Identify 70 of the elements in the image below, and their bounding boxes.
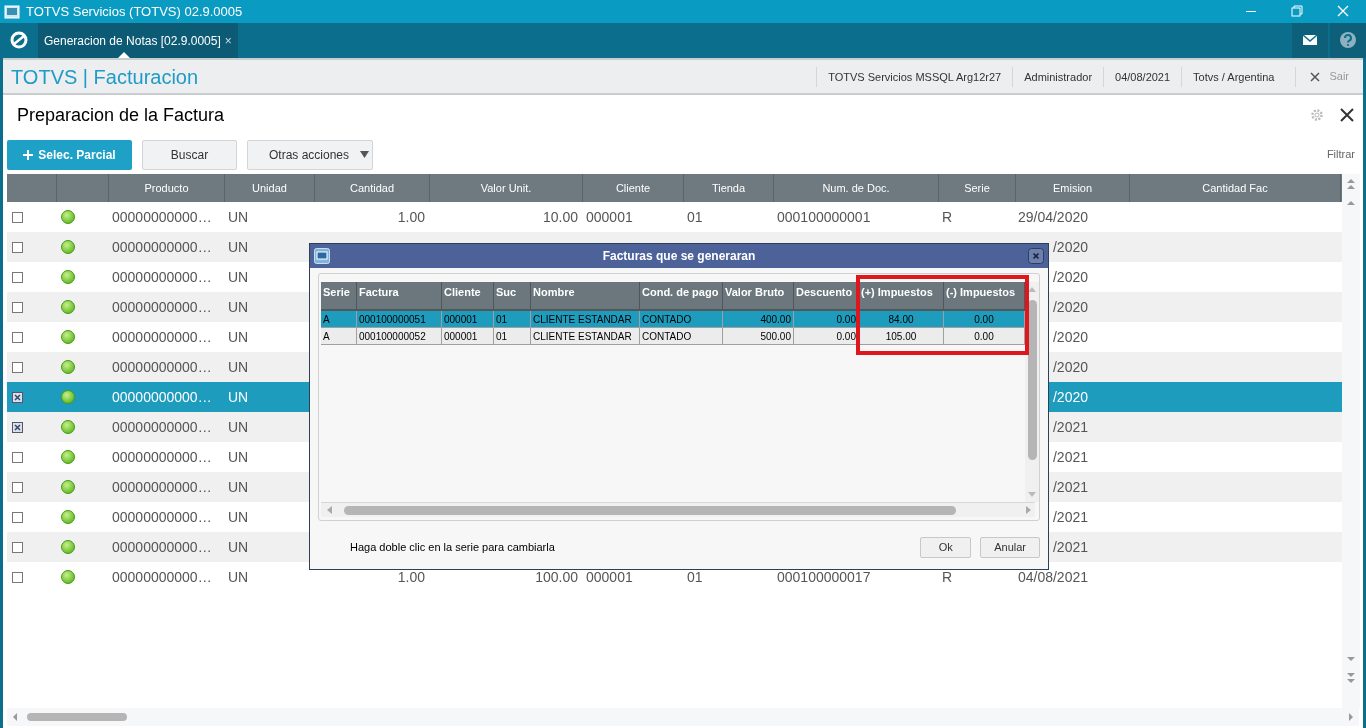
table-cell-text: UN xyxy=(228,417,249,437)
table-cell-text: A xyxy=(323,329,330,344)
table-cell-text: UN xyxy=(228,447,249,467)
table-cell-text: 000100000017 xyxy=(777,567,871,587)
table-cell-text: CLIENTE ESTANDAR xyxy=(533,329,632,344)
table-cell-text: /2020 xyxy=(1052,327,1088,347)
table-cell-text: /2020 xyxy=(1052,267,1088,287)
header-info: 04/08/2021 xyxy=(1103,66,1182,87)
table-cell-text: 105.00 xyxy=(885,329,917,344)
table-cell-text: 000100000052 xyxy=(359,329,426,344)
table-cell-text: UN xyxy=(228,267,249,287)
table-cell-text: UN xyxy=(228,477,249,497)
table-cell-text: 00000000000… xyxy=(112,327,212,347)
header-info: TOTVS Servicios MSSQL Arg12r27 xyxy=(816,66,1013,87)
table-cell-text: 500.00 xyxy=(760,329,791,344)
table-cell-text: 00000000000… xyxy=(112,237,212,257)
table-cell-text: /2020 xyxy=(1052,387,1088,407)
table-cell-text: 01 xyxy=(687,567,703,587)
table-cell-text: 000001 xyxy=(586,567,633,587)
table-cell-text: UN xyxy=(228,237,249,257)
app-title: TOTVS | Facturacion xyxy=(11,64,199,90)
table-cell-text: 00000000000… xyxy=(112,207,212,227)
table-cell-text: /2021 xyxy=(1052,507,1088,527)
table-cell-text: 1.00 xyxy=(397,207,425,227)
table-cell-text: 01 xyxy=(687,207,703,227)
table-cell-text: /2020 xyxy=(1052,357,1088,377)
table-cell-text: 00000000000… xyxy=(112,267,212,287)
table-cell-text: 100.00 xyxy=(535,567,578,587)
table-cell-text: 00000000000… xyxy=(112,567,212,587)
table-cell-text: 000001 xyxy=(586,207,633,227)
dialog-title: Facturas que se generaran xyxy=(601,248,757,265)
table-cell-text: 10.00 xyxy=(542,207,578,227)
table-cell-text: 0.00 xyxy=(974,329,994,344)
page-title: Preparacion de la Factura xyxy=(17,103,225,127)
table-cell-text: UN xyxy=(228,507,249,527)
table-cell-text: UN xyxy=(228,537,249,557)
table-cell-text: 29/04/2020 xyxy=(1017,207,1088,227)
table-cell-text: 00000000000… xyxy=(112,417,212,437)
hint-text: Haga doble clic en la serie para cambiarla xyxy=(350,540,555,556)
table-cell-text: UN xyxy=(228,357,249,377)
table-cell-text: UN xyxy=(228,327,249,347)
table-cell-text: 00000000000… xyxy=(112,387,212,407)
table-cell-text: /2020 xyxy=(1052,237,1088,257)
table-cell-text: /2020 xyxy=(1052,297,1088,317)
table-cell-text: 00000000000… xyxy=(112,297,212,317)
table-cell-text: 00000000000… xyxy=(112,537,212,557)
table-cell-text: UN xyxy=(228,567,249,587)
table-cell-text: CONTADO xyxy=(642,329,692,344)
table-cell-text: 04/08/2021 xyxy=(1017,567,1088,587)
window-title: TOTVS Servicios (TOTVS) 02.9.0005 xyxy=(26,2,243,21)
table-cell-text: 00000000000… xyxy=(112,447,212,467)
table-cell-text: 01 xyxy=(496,329,508,344)
table-cell-text: 000100000001 xyxy=(777,207,871,227)
table-cell-text: 00000000000… xyxy=(112,477,212,497)
table-cell-text: /2021 xyxy=(1052,477,1088,497)
table-cell-text: R xyxy=(942,207,953,227)
table-cell-text: UN xyxy=(228,297,249,317)
table-cell-text: /2021 xyxy=(1052,537,1088,557)
table-cell-text: /2021 xyxy=(1052,417,1088,437)
table-cell-text: 1.00 xyxy=(397,567,425,587)
table-cell-text: /2021 xyxy=(1052,447,1088,467)
table-cell-text: UN xyxy=(228,207,249,227)
table-cell-text: 0.00 xyxy=(836,329,856,344)
table-cell-text: 000001 xyxy=(444,329,478,344)
table-cell-text: R xyxy=(942,567,953,587)
table-cell-text: 00000000000… xyxy=(112,507,212,527)
header-info: Administrador xyxy=(1012,66,1104,87)
header-info: Totvs / Argentina xyxy=(1181,66,1286,87)
table-cell-text: UN xyxy=(228,387,249,407)
table-cell-text: 00000000000… xyxy=(112,357,212,377)
